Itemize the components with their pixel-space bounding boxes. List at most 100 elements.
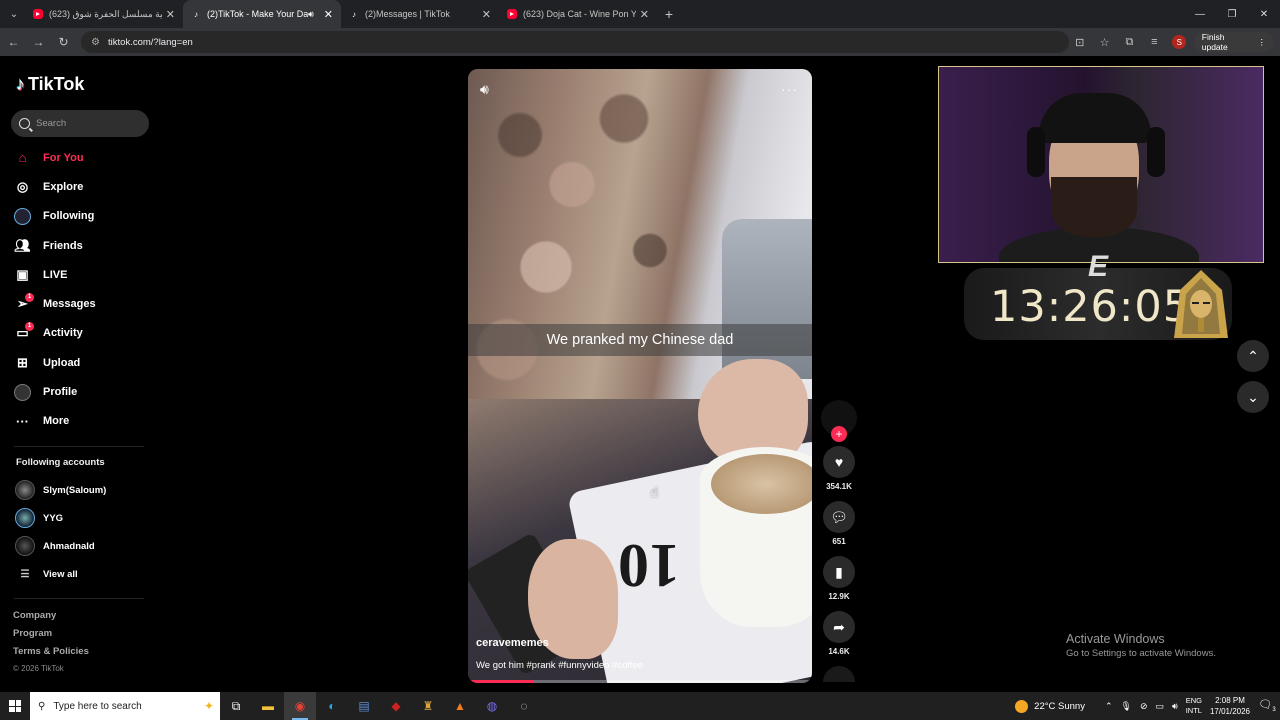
battery-icon[interactable]: ▭ (1156, 701, 1165, 712)
video-progress-bar[interactable] (468, 680, 812, 683)
app-icon[interactable]: ▲ (444, 692, 476, 720)
upload-icon: ⊞ (17, 354, 28, 370)
streamer-beard (1051, 177, 1137, 237)
back-icon[interactable]: ← (2, 30, 25, 54)
following-account[interactable]: Ahmadnald (15, 532, 106, 560)
app-icon[interactable]: ◌ (508, 692, 540, 720)
start-button[interactable] (0, 692, 30, 720)
footer-link-terms[interactable]: Terms & Policies (13, 646, 89, 664)
chevron-up-icon[interactable]: ⌃ (1105, 701, 1113, 712)
window-controls: — ❐ ✕ (1184, 0, 1280, 28)
bookmark-star-icon[interactable]: ☆ (1094, 31, 1115, 53)
app-icon[interactable]: ♜ (412, 692, 444, 720)
nav-item-activity[interactable]: ▭ 1 Activity (14, 319, 154, 348)
clock[interactable]: 2:08 PM 17/01/2026 (1210, 695, 1250, 717)
view-all-link[interactable]: ☰ View all (15, 560, 106, 588)
nav-item-upload[interactable]: ⊞ Upload (14, 348, 154, 377)
video-caption: We pranked my Chinese dad (546, 332, 734, 348)
browser-tab[interactable]: (623) اغنية مسلسل الحفرة شوق ✕ (25, 0, 183, 28)
volume-icon[interactable]: 🔊︎ (480, 81, 489, 98)
save-button[interactable]: ▮ 12.9K (820, 556, 858, 601)
forward-icon[interactable]: → (27, 30, 50, 54)
nav-item-live[interactable]: ▣ LIVE (14, 260, 154, 289)
nav-item-friends[interactable]: 👥︎ Friends (14, 231, 154, 260)
next-video-button[interactable]: ⌄ (1237, 381, 1269, 413)
app-icon[interactable]: ◆ (380, 692, 412, 720)
url-field[interactable]: ⚙ tiktok.com/?lang=en (81, 31, 1070, 53)
footer-link-program[interactable]: Program (13, 628, 89, 646)
tiktok-logo[interactable]: ♪ TikTok (16, 74, 84, 95)
comment-button[interactable]: 💬︎ 651 (820, 501, 858, 546)
tiktok-sidebar: ♪ TikTok ⌂ For You ◎ Explore Following 👥… (0, 58, 165, 692)
video-author[interactable]: ceravememes (476, 637, 549, 649)
like-button[interactable]: ♥ 354.1K (820, 446, 858, 491)
share-button[interactable]: ➦ 14.6K (820, 611, 858, 656)
profile-avatar[interactable]: S (1169, 31, 1190, 53)
nav-item-explore[interactable]: ◎ Explore (14, 172, 154, 201)
nav-label: For You (43, 151, 84, 164)
webcam-overlay (938, 66, 1264, 263)
speaker-icon[interactable]: 🔊︎ (308, 9, 314, 20)
caption-band: We pranked my Chinese dad (468, 324, 812, 356)
weather-widget[interactable]: 22°C Sunny (1015, 699, 1085, 713)
close-tab-icon[interactable]: ✕ (324, 8, 333, 21)
windows-taskbar: ⚲ Type here to search ✦ ⧉ ▬ ◉ ◐ ▤ ◆ ♜ ▲ … (0, 692, 1280, 720)
restore-icon[interactable]: ❐ (1216, 0, 1248, 28)
chrome-icon[interactable]: ◉ (284, 692, 316, 720)
close-tab-icon[interactable]: ✕ (640, 8, 649, 21)
divider (14, 598, 144, 599)
task-view-icon[interactable]: ⧉ (220, 692, 252, 720)
language-indicator[interactable]: ENG INTL (1186, 696, 1202, 716)
browser-tab[interactable]: ♪ (2)Messages | TikTok ✕ (341, 0, 499, 28)
new-tab-button[interactable]: + (657, 6, 681, 22)
music-disc-icon[interactable] (823, 666, 855, 682)
nav-item-profile[interactable]: Profile (14, 377, 154, 406)
install-app-icon[interactable]: ⊡ (1069, 31, 1090, 53)
chevron-up-icon: ⌃ (1247, 347, 1259, 364)
taskbar-search[interactable]: ⚲ Type here to search ✦ (30, 692, 220, 720)
tab-title: (623) Doja Cat - Wine Pon You | (523, 9, 636, 19)
nav-item-more[interactable]: ··· More (14, 407, 154, 436)
file-explorer-icon[interactable]: ▬ (252, 692, 284, 720)
following-account[interactable]: YYG (15, 504, 106, 532)
app-icon[interactable]: ◍ (476, 692, 508, 720)
share-icon: ➦ (823, 611, 855, 643)
creator-avatar[interactable]: + (821, 400, 857, 442)
browser-tab-active[interactable]: ♪ (2)TikTok - Make Your Day 🔊︎ ✕ (183, 0, 341, 28)
progress-fill (468, 680, 534, 683)
video-player[interactable]: 10 We pranked my Chinese dad 🔊︎ ··· cera… (468, 69, 812, 683)
finish-update-button[interactable]: Finish update ⋮ (1193, 32, 1274, 52)
microphone-icon[interactable]: 🎙︎ (1121, 701, 1132, 712)
reload-icon[interactable]: ↻ (52, 30, 75, 54)
nav-label: Messages (43, 298, 96, 311)
nav-item-messages[interactable]: ➢ 1 Messages (14, 289, 154, 318)
follow-plus-icon[interactable]: + (831, 426, 847, 442)
extensions-icon[interactable]: ⧉ (1119, 31, 1140, 53)
close-tab-icon[interactable]: ✕ (166, 8, 175, 21)
search-input[interactable] (36, 118, 136, 129)
notification-icon[interactable]: 🗨︎3 (1258, 698, 1276, 713)
edge-icon[interactable]: ◐ (316, 692, 348, 720)
browser-tab-strip: ⌄ (623) اغنية مسلسل الحفرة شوق ✕ ♪ (2)Ti… (0, 0, 1280, 28)
tiktok-icon: ♪ (194, 9, 198, 19)
nav-item-for-you[interactable]: ⌂ For You (14, 143, 154, 172)
network-icon[interactable]: ⊘ (1140, 701, 1148, 712)
share-count: 14.6K (828, 647, 850, 656)
minimize-icon[interactable]: — (1184, 0, 1216, 28)
tab-search-chevron-icon[interactable]: ⌄ (3, 3, 25, 25)
close-tab-icon[interactable]: ✕ (482, 8, 491, 21)
nav-label: LIVE (43, 268, 68, 281)
close-window-icon[interactable]: ✕ (1248, 0, 1280, 28)
previous-video-button[interactable]: ⌃ (1237, 340, 1269, 372)
volume-icon[interactable]: 🔊︎ (1172, 701, 1178, 712)
more-options-icon[interactable]: ··· (781, 81, 798, 97)
search-bar[interactable] (11, 110, 149, 137)
site-info-icon[interactable]: ⚙ (91, 37, 100, 48)
browser-tab[interactable]: (623) Doja Cat - Wine Pon You | ✕ (499, 0, 657, 28)
app-icon[interactable]: ▤ (348, 692, 380, 720)
footer-link-company[interactable]: Company (13, 610, 89, 628)
nav-item-following[interactable]: Following (14, 202, 154, 231)
media-controls-icon[interactable]: ≡ (1144, 31, 1165, 53)
youtube-icon (507, 9, 517, 19)
following-account[interactable]: Slym(Saloum) (15, 476, 106, 504)
